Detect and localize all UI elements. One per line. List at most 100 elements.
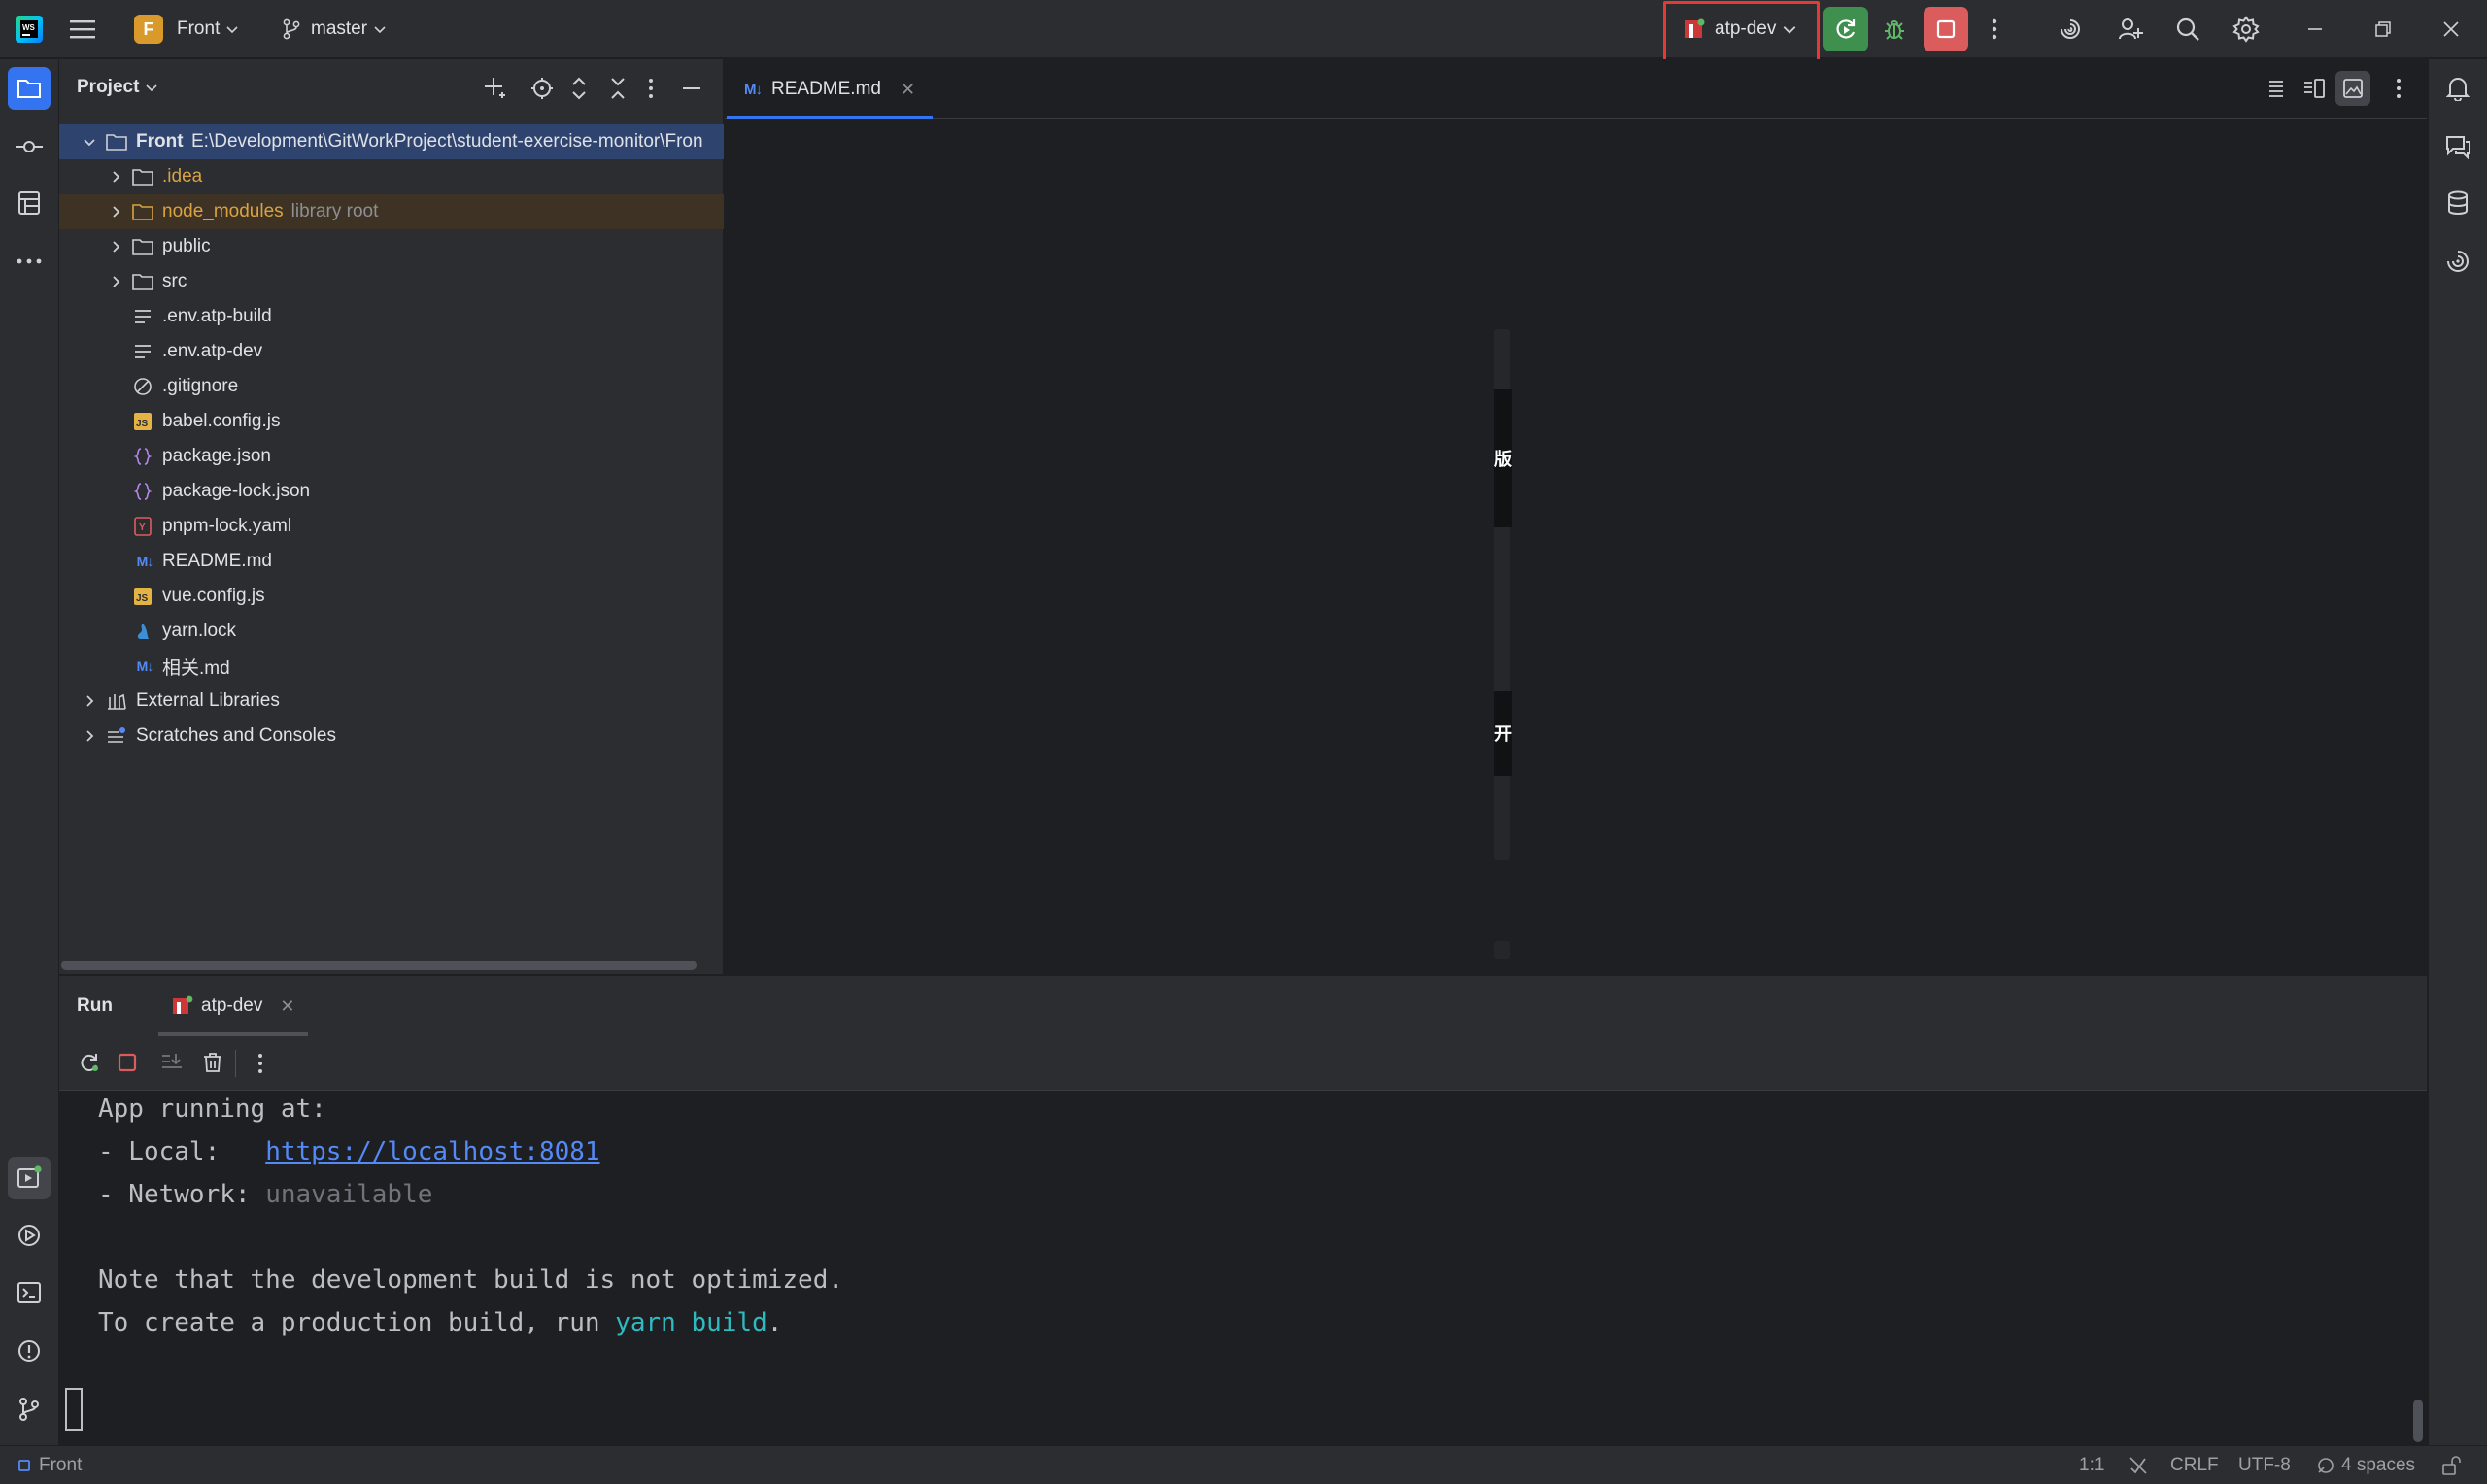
services-tool-button[interactable]	[8, 1214, 51, 1257]
code-with-me-button[interactable]	[2108, 7, 2153, 51]
ai-chat-button[interactable]	[2436, 125, 2479, 168]
preview-only-button[interactable]	[2335, 71, 2370, 106]
tree-item-vue-config[interactable]: JS vue.config.js	[59, 579, 724, 614]
run-panel-title: Run	[77, 995, 113, 1016]
tree-item-pnpm-lock[interactable]: Y pnpm-lock.yaml	[59, 509, 724, 544]
rerun-button[interactable]	[79, 1052, 100, 1073]
active-tab-indicator	[727, 116, 934, 119]
debug-button[interactable]	[1872, 7, 1917, 51]
markdown-file-icon: M↓	[136, 658, 154, 674]
tree-item-public[interactable]: public	[59, 229, 724, 264]
tree-item-label: .idea	[162, 166, 203, 186]
search-icon	[2176, 17, 2199, 41]
tree-item-idea[interactable]: .idea	[59, 159, 724, 194]
console-input-cursor[interactable]	[65, 1388, 83, 1431]
run-options-button[interactable]	[257, 1052, 263, 1075]
run-config-selector[interactable]: atp-dev	[1684, 0, 1797, 58]
stop-button[interactable]	[117, 1052, 138, 1073]
chevron-right-icon[interactable]	[80, 726, 99, 746]
trash-icon	[204, 1053, 221, 1072]
run-tool-button[interactable]	[8, 1157, 51, 1199]
clear-console-button[interactable]	[202, 1052, 223, 1073]
chevron-down-icon[interactable]	[80, 132, 99, 152]
more-tools-button[interactable]	[8, 240, 51, 283]
chevron-right-icon[interactable]	[106, 237, 125, 256]
editor-options-button[interactable]	[2396, 77, 2402, 100]
more-actions-button[interactable]	[1972, 7, 2017, 51]
minimize-button[interactable]	[2293, 7, 2337, 51]
status-project[interactable]: Front	[17, 1446, 82, 1484]
tree-item-package-json[interactable]: package.json	[59, 439, 724, 474]
structure-tool-button[interactable]	[8, 182, 51, 224]
editor-only-button[interactable]	[2266, 77, 2287, 100]
webstorm-logo-icon[interactable]: WS	[16, 0, 43, 58]
chevron-right-icon[interactable]	[106, 167, 125, 186]
status-caret-position[interactable]: 1:1	[2079, 1446, 2104, 1484]
project-view-selector[interactable]: Project	[77, 77, 158, 98]
commit-tool-button[interactable]	[8, 125, 51, 168]
local-url-link[interactable]: https://localhost:8081	[265, 1137, 599, 1166]
tab-atp-dev[interactable]: atp-dev ✕	[158, 976, 309, 1036]
project-tool-button[interactable]	[8, 67, 51, 110]
status-indent[interactable]: 4 spaces	[2316, 1446, 2415, 1484]
collapse-all-button[interactable]	[608, 77, 628, 100]
scroll-to-end-button[interactable]	[160, 1052, 184, 1073]
tree-root-front[interactable]: Front E:\Development\GitWorkProject\stud…	[59, 124, 724, 159]
javascript-file-icon: JS	[131, 585, 154, 608]
tree-item-node-modules[interactable]: node_modules library root	[59, 194, 724, 229]
locate-file-button[interactable]	[530, 77, 554, 100]
chevron-right-icon[interactable]	[106, 202, 125, 221]
ai-assistant-button[interactable]	[2048, 7, 2093, 51]
project-selector[interactable]: F Front	[134, 0, 239, 58]
expand-all-button[interactable]	[569, 77, 589, 100]
collapse-icon	[611, 78, 625, 99]
status-encoding[interactable]: UTF-8	[2238, 1446, 2291, 1484]
project-badge: F	[134, 15, 163, 44]
search-everywhere-button[interactable]	[2165, 7, 2210, 51]
tree-item-env-atp-build[interactable]: .env.atp-build	[59, 299, 724, 334]
tree-item-yarn-lock[interactable]: yarn.lock	[59, 614, 724, 649]
branch-selector[interactable]: master	[282, 0, 387, 58]
chevron-down-icon	[226, 26, 238, 34]
tree-item-related-md[interactable]: M↓ 相关.md	[59, 649, 724, 684]
tree-item-readme[interactable]: M↓ README.md	[59, 544, 724, 579]
tab-readme[interactable]: M↓ README.md ✕	[727, 59, 934, 119]
tree-item-babel-config[interactable]: JS babel.config.js	[59, 404, 724, 439]
status-readonly-toggle[interactable]	[2128, 1446, 2149, 1484]
main-menu-icon[interactable]	[70, 0, 95, 58]
chevron-right-icon[interactable]	[106, 272, 125, 291]
tree-item-scratches[interactable]: Scratches and Consoles	[59, 719, 724, 754]
console-vertical-scrollbar[interactable]	[2413, 1400, 2423, 1442]
project-horizontal-scrollbar[interactable]	[61, 961, 697, 970]
tree-item-label: Scratches and Consoles	[136, 725, 336, 746]
git-tool-button[interactable]	[8, 1388, 51, 1431]
tree-item-package-lock-json[interactable]: package-lock.json	[59, 474, 724, 509]
terminal-tool-button[interactable]	[8, 1271, 51, 1314]
tree-item-env-atp-dev[interactable]: .env.atp-dev	[59, 334, 724, 369]
hide-panel-button[interactable]	[682, 77, 701, 100]
copilot-button[interactable]	[2436, 240, 2479, 283]
split-view-button[interactable]	[2302, 77, 2326, 100]
console-output[interactable]: App running at: - Local: https://localho…	[59, 1091, 2427, 1446]
close-tab-icon[interactable]: ✕	[901, 80, 915, 100]
options-button[interactable]	[648, 77, 654, 100]
bug-icon	[1885, 20, 1904, 40]
restore-button[interactable]	[2361, 7, 2405, 51]
tree-item-gitignore[interactable]: .gitignore	[59, 369, 724, 404]
more-vertical-icon	[2397, 79, 2401, 98]
status-line-ending[interactable]: CRLF	[2170, 1446, 2219, 1484]
ai-spiral-icon	[2061, 19, 2080, 39]
tree-item-src[interactable]: src	[59, 264, 724, 299]
new-file-button[interactable]	[483, 75, 508, 100]
problems-tool-button[interactable]	[8, 1330, 51, 1372]
close-tab-icon[interactable]: ✕	[280, 996, 294, 1017]
tree-item-external-libraries[interactable]: External Libraries	[59, 684, 724, 719]
chevron-right-icon[interactable]	[80, 691, 99, 711]
rerun-button[interactable]	[1823, 7, 1868, 51]
stop-button[interactable]	[1924, 7, 1968, 51]
close-window-button[interactable]	[2429, 7, 2473, 51]
settings-button[interactable]	[2224, 7, 2268, 51]
notifications-button[interactable]	[2436, 67, 2479, 110]
status-lock[interactable]	[2440, 1446, 2462, 1484]
database-button[interactable]	[2436, 182, 2479, 224]
